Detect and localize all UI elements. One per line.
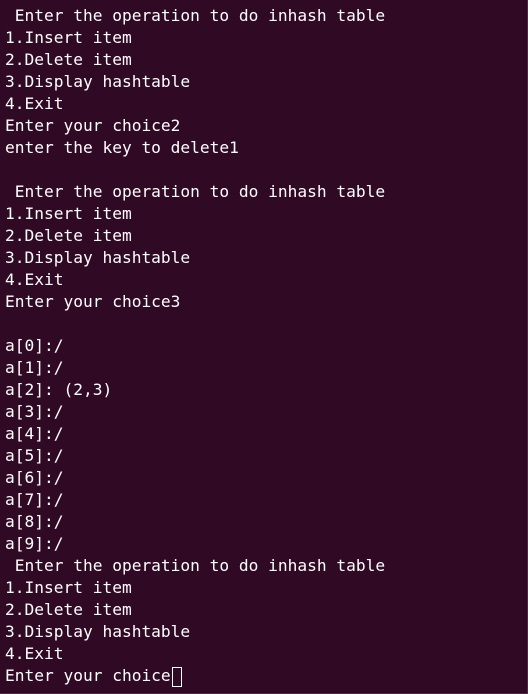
terminal-window[interactable]: Enter the operation to do inhash table 1… xyxy=(0,0,528,694)
output-line: Enter your choice3 xyxy=(5,292,181,311)
output-line: 1.Insert item xyxy=(5,578,132,597)
output-line: 4.Exit xyxy=(5,644,64,663)
output-line: Enter the operation to do inhash table xyxy=(5,182,386,201)
output-line: a[7]:/ xyxy=(5,490,64,509)
output-line: a[0]:/ xyxy=(5,336,64,355)
output-line: 4.Exit xyxy=(5,270,64,289)
output-line: a[9]:/ xyxy=(5,534,64,553)
text-cursor[interactable] xyxy=(171,666,182,687)
output-line: 1.Insert item xyxy=(5,204,132,223)
output-line: enter the key to delete1 xyxy=(5,138,239,157)
output-line: a[6]:/ xyxy=(5,468,64,487)
output-line: a[2]: (2,3) xyxy=(5,380,113,399)
output-line: 2.Delete item xyxy=(5,226,132,245)
output-line: 3.Display hashtable xyxy=(5,72,191,91)
input-prompt-line[interactable]: Enter your choice xyxy=(5,665,527,687)
output-line: Enter the operation to do inhash table xyxy=(5,6,386,25)
output-line: 3.Display hashtable xyxy=(5,248,191,267)
output-line: 3.Display hashtable xyxy=(5,622,191,641)
output-line: 1.Insert item xyxy=(5,28,132,47)
output-line: Enter the operation to do inhash table xyxy=(5,556,386,575)
output-line: a[4]:/ xyxy=(5,424,64,443)
output-line: a[3]:/ xyxy=(5,402,64,421)
prompt-text: Enter your choice xyxy=(5,666,171,685)
output-line: 2.Delete item xyxy=(5,50,132,69)
output-line: a[1]:/ xyxy=(5,358,64,377)
output-line: 2.Delete item xyxy=(5,600,132,619)
output-line: a[5]:/ xyxy=(5,446,64,465)
output-line: Enter your choice2 xyxy=(5,116,181,135)
output-line: 4.Exit xyxy=(5,94,64,113)
output-line: a[8]:/ xyxy=(5,512,64,531)
